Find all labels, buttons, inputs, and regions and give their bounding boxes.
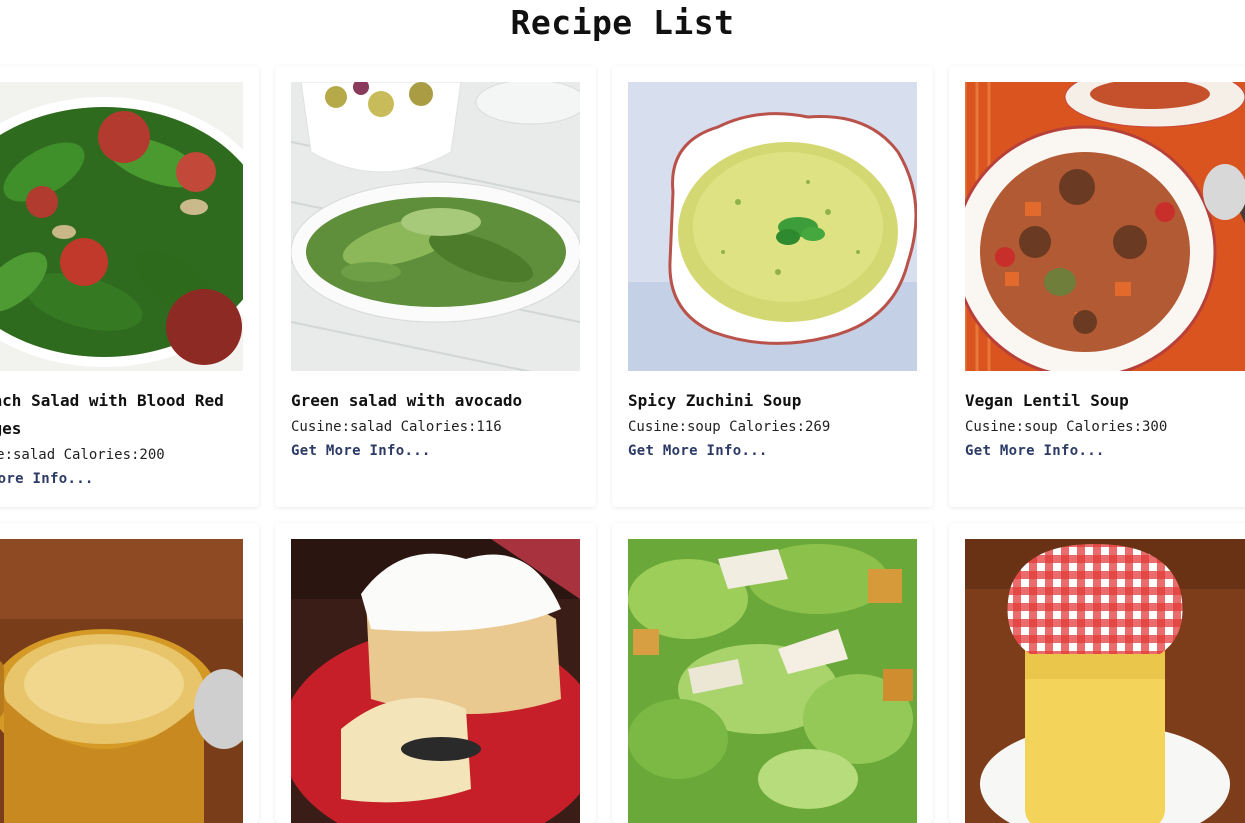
recipe-name: Vegan Lentil Soup	[965, 391, 1129, 410]
recipe-card	[275, 523, 596, 823]
get-more-info-link[interactable]: Get More Info...	[628, 439, 918, 463]
recipe-card: Vegan Lentil Soup Cusine:soup Calories:3…	[949, 66, 1245, 507]
recipe-card: Green salad with avocado Cusine:salad Ca…	[275, 66, 596, 507]
caesar-salad-image	[628, 539, 917, 823]
recipe-info: Green salad with avocado Cusine:salad Ca…	[291, 387, 581, 463]
zucchini-soup-image	[628, 82, 917, 371]
cake-slice-image	[291, 539, 580, 823]
page-title: Recipe List	[510, 3, 735, 42]
recipe-image[interactable]	[291, 539, 580, 823]
recipe-card	[612, 523, 933, 823]
recipe-image[interactable]	[965, 82, 1245, 371]
recipe-image[interactable]	[0, 539, 243, 823]
recipe-name: Green salad with avocado	[291, 391, 523, 410]
recipe-image[interactable]	[291, 82, 580, 371]
recipe-name: Spicy Zuchini Soup	[628, 391, 802, 410]
recipe-meta: Cusine:salad Calories:116	[291, 419, 502, 435]
get-more-info-link[interactable]: Get More Info...	[965, 439, 1245, 463]
onion-soup-image	[0, 539, 243, 823]
recipe-meta: Cusine:salad Calories:200	[0, 447, 165, 463]
get-more-info-link[interactable]: Get More Info...	[0, 467, 244, 491]
recipe-name: Spinach Salad with Blood Red Oranges	[0, 391, 224, 438]
recipe-info: Spinach Salad with Blood Red Oranges Cus…	[0, 387, 244, 491]
recipe-info: Spicy Zuchini Soup Cusine:soup Calories:…	[628, 387, 918, 463]
recipe-info: Vegan Lentil Soup Cusine:soup Calories:3…	[965, 387, 1245, 463]
recipe-card: Spinach Salad with Blood Red Oranges Cus…	[0, 66, 259, 507]
spinach-salad-image	[0, 82, 243, 371]
jar-dessert-image	[965, 539, 1245, 823]
recipe-card: Spicy Zuchini Soup Cusine:soup Calories:…	[612, 66, 933, 507]
recipe-image[interactable]	[628, 539, 917, 823]
green-salad-image	[291, 82, 580, 371]
recipe-meta: Cusine:soup Calories:300	[965, 419, 1168, 435]
recipe-card	[0, 523, 259, 823]
recipe-image[interactable]	[628, 82, 917, 371]
lentil-soup-image	[965, 82, 1245, 371]
get-more-info-link[interactable]: Get More Info...	[291, 439, 581, 463]
recipe-meta: Cusine:soup Calories:269	[628, 419, 831, 435]
recipe-image[interactable]	[965, 539, 1245, 823]
recipe-card	[949, 523, 1245, 823]
recipe-image[interactable]	[0, 82, 243, 371]
